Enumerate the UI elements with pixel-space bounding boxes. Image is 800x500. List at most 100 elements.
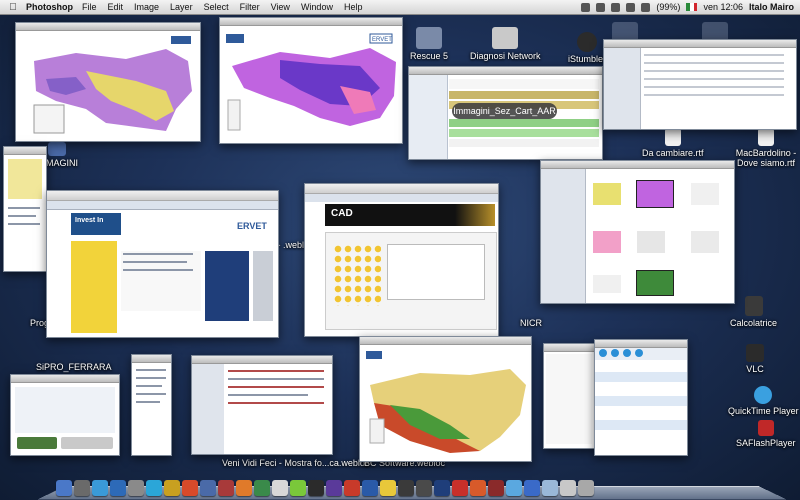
app-icon-9[interactable]: [254, 480, 270, 496]
app-icon-6[interactable]: [182, 480, 198, 496]
wifi-icon[interactable]: [611, 2, 621, 12]
bluetooth-icon[interactable]: [581, 2, 591, 12]
desktop-icon-saflashplayer[interactable]: SAFlashPlayer: [736, 420, 796, 448]
window-cad-forum[interactable]: CAD: [304, 183, 499, 337]
app-icon-13[interactable]: [326, 480, 342, 496]
desktop-icon-da-cambiare[interactable]: Da cambiare.rtf: [642, 128, 704, 158]
menu-bar:  Photoshop File Edit Image Layer Select…: [0, 0, 800, 15]
menu-image[interactable]: Image: [134, 2, 159, 12]
battery-percent: (99%): [656, 2, 681, 12]
window-contacts-list[interactable]: [594, 339, 688, 456]
region-map-image: ERVET: [220, 26, 402, 143]
menu-help[interactable]: Help: [344, 2, 363, 12]
italian-flag-icon[interactable]: [686, 3, 698, 11]
window-titlebar[interactable]: [4, 147, 46, 155]
app-icon-14[interactable]: [344, 480, 360, 496]
desktop-icon-istumbler[interactable]: iStumbler: [568, 32, 606, 64]
window-titlebar[interactable]: [360, 337, 531, 345]
window-map-purple-yellow[interactable]: [15, 22, 201, 142]
menu-filter[interactable]: Filter: [240, 2, 260, 12]
app-icon-16[interactable]: [380, 480, 396, 496]
app-icon-20[interactable]: [470, 480, 486, 496]
desktop-icon-vlc[interactable]: VLC: [746, 344, 764, 374]
window-map-purple[interactable]: ERVET: [219, 17, 403, 144]
window-title-tooltip: Immagini_Sez_Cart_AAR: [452, 103, 557, 119]
window-titlebar[interactable]: [192, 356, 332, 364]
desktop-icon-macbardolino[interactable]: MacBardolino - Dove siamo.rtf: [733, 128, 799, 168]
window-titlebar[interactable]: [16, 23, 200, 31]
app-icon-19[interactable]: [452, 480, 468, 496]
window-narrow-list[interactable]: [131, 354, 172, 456]
app-icon-21[interactable]: [488, 480, 504, 496]
app-icon-15[interactable]: [362, 480, 378, 496]
window-text-list[interactable]: [191, 355, 333, 455]
app-icon-22[interactable]: [506, 480, 522, 496]
menu-file[interactable]: File: [82, 2, 97, 12]
app-icon-12[interactable]: [308, 480, 324, 496]
app-icon-18[interactable]: [416, 480, 432, 496]
trash-icon[interactable]: [578, 480, 594, 496]
menu-view[interactable]: View: [271, 2, 290, 12]
desktop-icon-nicr[interactable]: NICR: [520, 318, 542, 328]
window-titlebar[interactable]: [604, 40, 796, 48]
volume-icon[interactable]: [626, 2, 636, 12]
window-finder-thumbnails[interactable]: [540, 160, 735, 304]
browser-toolbar[interactable]: [47, 191, 278, 201]
browser-toolbar[interactable]: [305, 184, 498, 194]
window-titlebar[interactable]: [220, 18, 402, 26]
menu-select[interactable]: Select: [204, 2, 229, 12]
window-narrow-page[interactable]: [3, 146, 47, 272]
ervet-logo-text: ERVET: [372, 37, 392, 43]
firefox-icon[interactable]: [236, 480, 252, 496]
menu-layer[interactable]: Layer: [170, 2, 193, 12]
app-icon-3[interactable]: [110, 480, 126, 496]
desktop-icon-calcolatrice[interactable]: Calcolatrice: [730, 296, 777, 328]
app-icon-17[interactable]: [398, 480, 414, 496]
apple-menu-icon[interactable]: : [6, 2, 20, 13]
app-icon-7[interactable]: [200, 480, 216, 496]
region-map-image: [16, 31, 200, 141]
user-name[interactable]: Italo Mairo: [749, 2, 794, 12]
battery-icon[interactable]: [641, 2, 651, 12]
finder-icon[interactable]: [56, 480, 72, 496]
desktop-icon-diagnosi[interactable]: Diagnosi Network: [470, 27, 541, 61]
desktop-icon-quicktime[interactable]: QuickTime Player: [728, 386, 799, 416]
desktop-icon-rescue[interactable]: Rescue 5: [410, 27, 448, 61]
dock-icons: [56, 480, 594, 496]
window-terrain-map[interactable]: [359, 336, 532, 462]
ervet-logo: ERVET: [237, 221, 267, 231]
window-titlebar[interactable]: [541, 161, 734, 169]
window-titlebar[interactable]: [544, 344, 594, 352]
terrain-map-image: [360, 345, 531, 461]
app-icon-2[interactable]: [92, 480, 108, 496]
app-icon-24[interactable]: [542, 480, 558, 496]
photoshop-icon[interactable]: [434, 480, 450, 496]
window-titlebar[interactable]: [409, 67, 602, 75]
window-small-blank[interactable]: [543, 343, 595, 449]
app-icon-25[interactable]: [560, 480, 576, 496]
window-titlebar[interactable]: [595, 340, 687, 348]
menu-window[interactable]: Window: [301, 2, 333, 12]
app-icon-1[interactable]: [74, 480, 90, 496]
clock[interactable]: ven 12:06: [703, 2, 743, 12]
window-finder-list[interactable]: [603, 39, 797, 130]
app-menu-name[interactable]: Photoshop: [26, 2, 73, 12]
window-titlebar[interactable]: [132, 355, 171, 363]
app-icon-23[interactable]: [524, 480, 540, 496]
window-chat[interactable]: [10, 374, 120, 456]
app-icon-8[interactable]: [218, 480, 234, 496]
dock: [37, 454, 787, 500]
sync-icon[interactable]: [596, 2, 606, 12]
desktop-icon-sipro-ferrara[interactable]: SiPRO_FERRARA: [36, 362, 112, 372]
desktop:  Photoshop File Edit Image Layer Select…: [0, 0, 800, 500]
window-browser-invest[interactable]: Invest In ERVET: [46, 190, 279, 338]
menu-edit[interactable]: Edit: [108, 2, 124, 12]
cad-logo: CAD: [331, 208, 353, 219]
app-icon-10[interactable]: [272, 480, 288, 496]
app-icon-5[interactable]: [164, 480, 180, 496]
safari-icon[interactable]: [146, 480, 162, 496]
window-titlebar[interactable]: [11, 375, 119, 383]
app-icon-4[interactable]: [128, 480, 144, 496]
app-icon-11[interactable]: [290, 480, 306, 496]
invest-logo-text: Invest In: [75, 217, 104, 224]
